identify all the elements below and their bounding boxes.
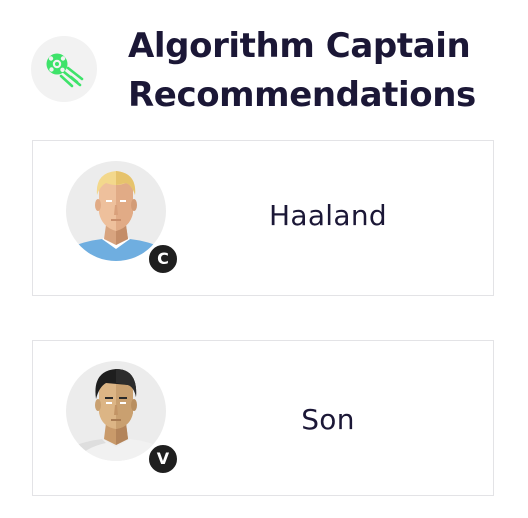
vice-captain-badge: V (147, 443, 179, 475)
captain-badge: C (147, 243, 179, 275)
page-header: Algorithm Captain Recommendations (0, 0, 528, 130)
football-rocket-icon (31, 36, 97, 102)
player-avatar-icon (66, 361, 166, 461)
page-title-line-2: Recommendations (128, 75, 476, 115)
page-title: Algorithm Captain Recommendations (128, 22, 518, 120)
captain-recommendation-card[interactable]: C Haaland (32, 140, 494, 296)
vice-captain-recommendation-card[interactable]: V Son (32, 340, 494, 496)
player-avatar-icon (66, 161, 166, 261)
page-title-line-1: Algorithm Captain (128, 26, 471, 66)
player-name: Haaland (269, 199, 387, 232)
player-name: Son (301, 403, 355, 436)
